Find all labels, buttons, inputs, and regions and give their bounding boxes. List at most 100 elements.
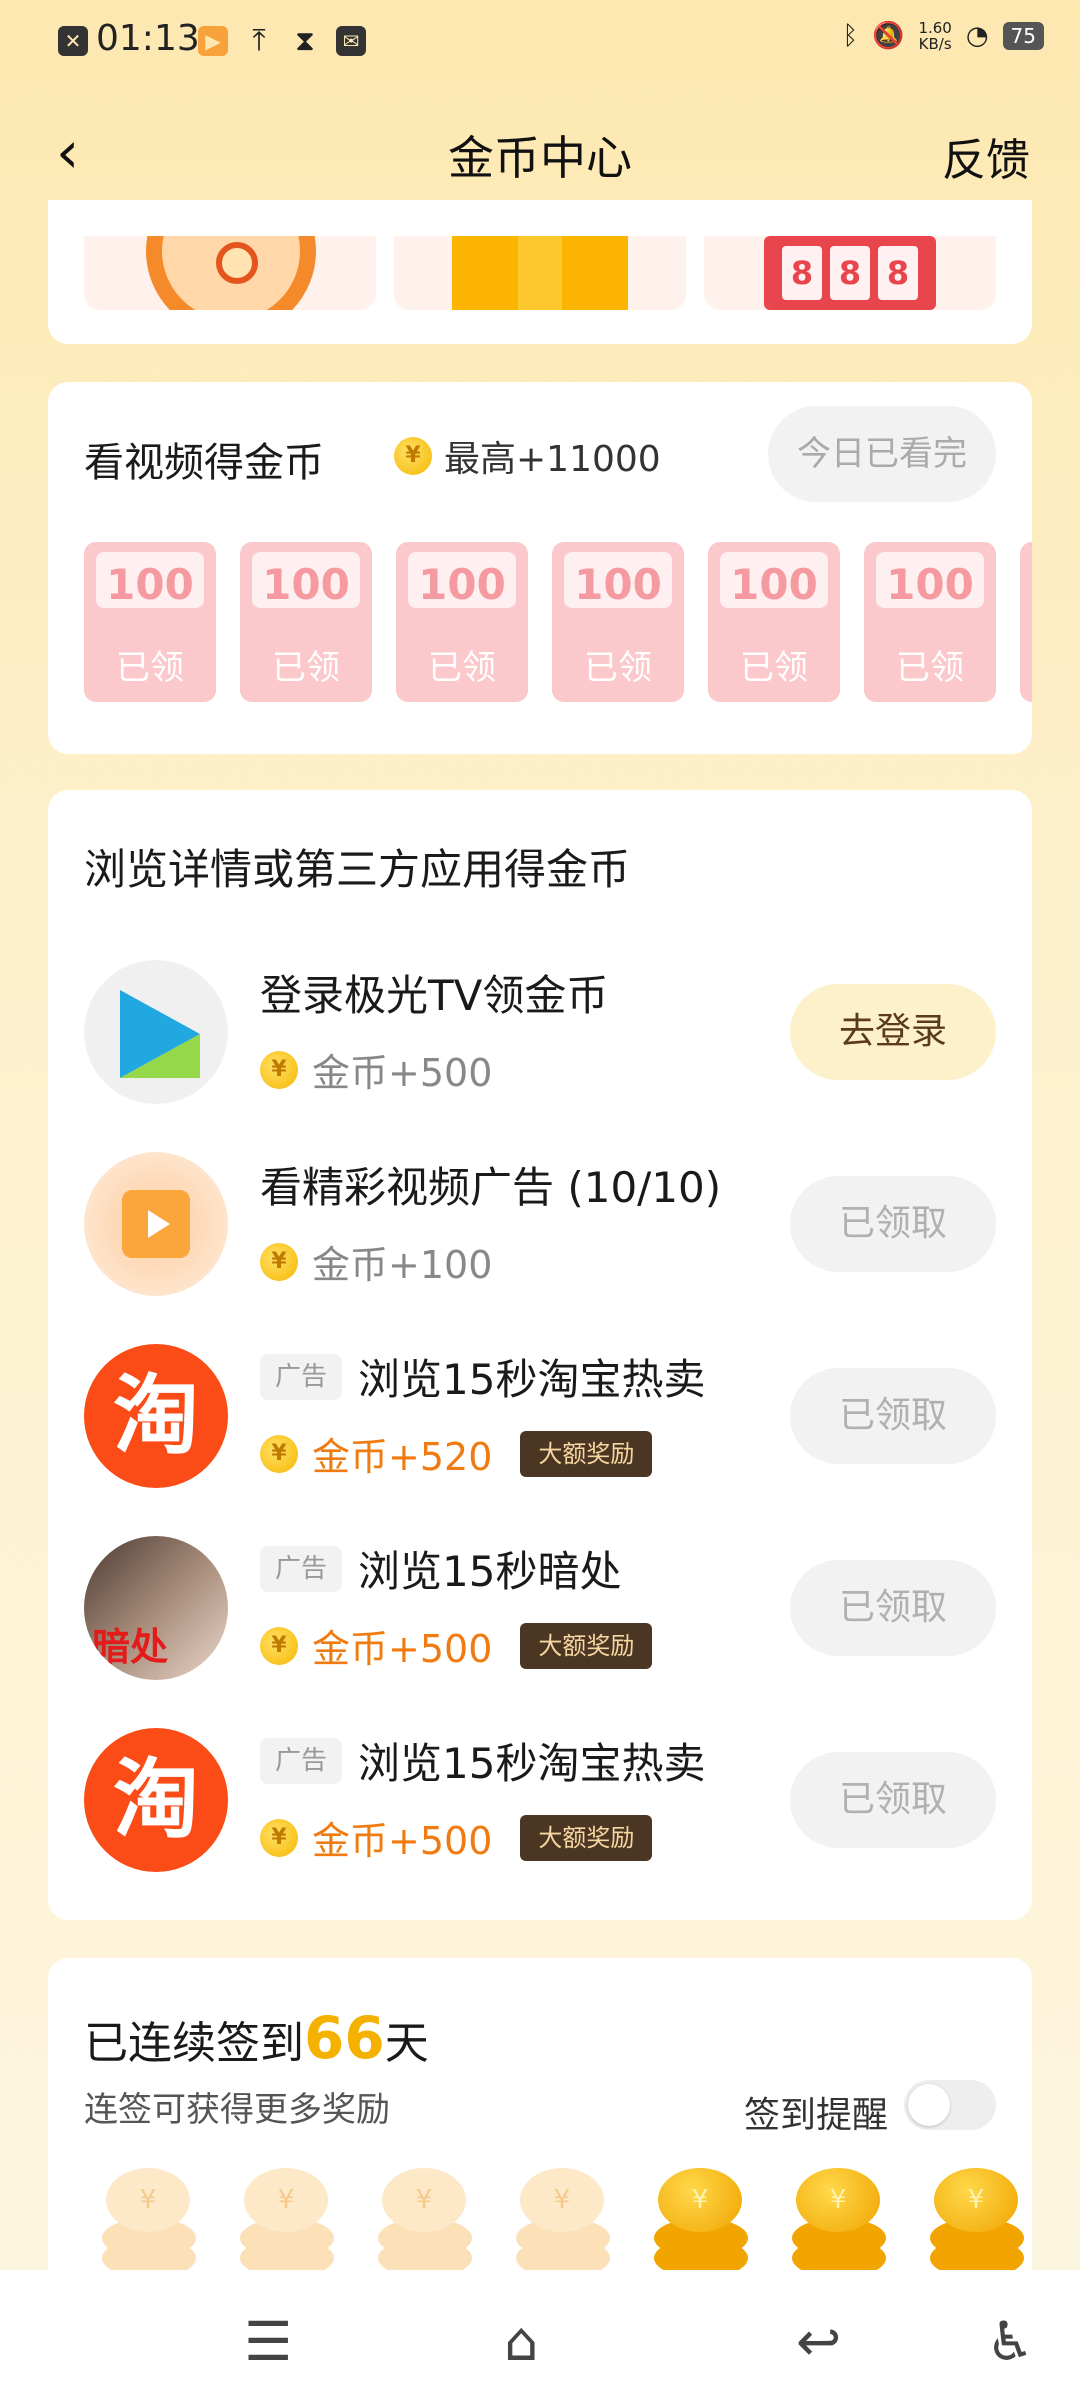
envelope-amount: 100	[574, 560, 662, 609]
taobao-icon: 淘	[84, 1728, 228, 1872]
reward-envelope[interactable]: 100 已领	[396, 542, 528, 702]
task-name-text: 浏览15秒淘宝热卖	[358, 1739, 706, 1788]
accessibility-icon[interactable]: ♿	[986, 2310, 1034, 2373]
task-name: 广告 浏览15秒暗处	[260, 1538, 621, 1599]
signin-remind-toggle[interactable]	[904, 2080, 996, 2130]
system-nav-bar: ☰ ⌂ ↩ ♿	[0, 2270, 1080, 2400]
message-icon: ✉	[336, 26, 366, 56]
envelope-amount: 100	[418, 560, 506, 609]
coin-icon: ¥	[260, 1242, 298, 1281]
envelope-amount: 100	[262, 560, 350, 609]
coin-stack-icon: ¥	[96, 2168, 202, 2278]
coin-stack-icon: ¥	[924, 2168, 1030, 2278]
task-item: 淘 广告 浏览15秒淘宝热卖 ¥ 金币+500 大额奖励 已领取	[48, 1718, 1032, 1878]
watch-video-card: 看视频得金币 ¥ 最高+11000 今日已看完 100 已领 100 已领 100 已…	[48, 382, 1032, 754]
reward-envelope[interactable]: 100 已领	[84, 542, 216, 702]
status-time: 01:13	[96, 18, 200, 59]
mute-icon: 🔕	[872, 21, 905, 51]
task-reward: ¥ 金币+100	[260, 1234, 492, 1289]
task-name-text: 登录极光TV领金币	[260, 971, 609, 1020]
signin-remind-label: 签到提醒	[743, 2095, 888, 2136]
task-name-text: 浏览15秒暗处	[358, 1547, 622, 1596]
claimed-button[interactable]: 已领取	[790, 1752, 996, 1848]
envelope-status: 已领	[896, 648, 964, 688]
reward-envelope[interactable]: 100 已领	[864, 542, 996, 702]
app-notification-icon: ▶	[198, 26, 228, 56]
home-icon[interactable]: ⌂	[504, 2310, 538, 2373]
status-bar: ✕ 01:13 ▶ ⤒ ⧗ ✉ ᛒ 🔕 1.60 KB/s ◔ 75	[0, 0, 1080, 84]
claimed-button[interactable]: 已领取	[790, 1368, 996, 1464]
task-name-text: 浏览15秒淘宝热卖	[358, 1355, 706, 1404]
big-reward-badge: 大额奖励	[520, 1814, 653, 1861]
watched-today-button[interactable]: 今日已看完	[768, 406, 996, 502]
net-speed-unit: KB/s	[918, 35, 952, 53]
drama-poster-icon: 暗处	[84, 1536, 228, 1680]
task-reward: ¥ 金币+500 大额奖励	[260, 1810, 653, 1865]
task-name: 看精彩视频广告 (10/10)	[260, 1154, 721, 1215]
slot-digit: 8	[878, 246, 918, 300]
notification-close-icon: ✕	[58, 26, 88, 56]
envelope-status: 已领	[740, 648, 808, 688]
coin-stack-icon: ¥	[234, 2168, 340, 2278]
envelope-amount: 100	[886, 560, 974, 609]
task-reward: ¥ 金币+520 大额奖励	[260, 1426, 653, 1481]
signin-title-suffix: 天	[384, 2018, 429, 2069]
net-speed: 1.60 KB/s	[918, 20, 951, 52]
lucky-wheel-tile[interactable]	[84, 236, 376, 310]
signin-title: 已连续签到66天	[84, 2004, 429, 2072]
task-item: 淘 广告 浏览15秒淘宝热卖 ¥ 金币+520 大额奖励 已领取	[48, 1334, 1032, 1494]
reward-envelope-partial[interactable]	[1020, 542, 1032, 702]
back-nav-icon[interactable]: ↩	[796, 2310, 841, 2373]
task-reward: ¥ 金币+500 大额奖励	[260, 1618, 653, 1673]
envelope-status: 已领	[584, 648, 652, 688]
browse-tasks-card: 浏览详情或第三方应用得金币 登录极光TV领金币 ¥ 金币+500 去登录 看精彩视…	[48, 790, 1032, 1920]
page-title: 金币中心	[448, 131, 632, 185]
task-name: 登录极光TV领金币	[260, 962, 608, 1023]
coin-stack-icon: ¥	[510, 2168, 616, 2278]
menu-icon[interactable]: ☰	[244, 2310, 292, 2373]
bluetooth-icon: ᛒ	[842, 21, 859, 51]
task-item: 看精彩视频广告 (10/10) ¥ 金币+100 已领取	[48, 1142, 1032, 1302]
reward-envelope[interactable]: 100 已领	[708, 542, 840, 702]
coin-icon: ¥	[260, 1818, 298, 1857]
slot-digit: 8	[830, 246, 870, 300]
ad-tag: 广告	[260, 1737, 342, 1784]
coin-icon: ¥	[260, 1050, 298, 1089]
task-reward-text: 金币+100	[312, 1243, 493, 1287]
reward-envelope[interactable]: 100 已领	[240, 542, 372, 702]
battery-icon: 75	[1002, 22, 1044, 50]
slot-machine-tile[interactable]: 8 8 8	[704, 236, 996, 310]
hourglass-icon: ⧗	[295, 24, 315, 57]
task-reward-text: 金币+520	[312, 1435, 493, 1479]
coin-icon: ¥	[260, 1626, 298, 1665]
big-reward-badge: 大额奖励	[520, 1622, 653, 1669]
envelope-amount: 100	[106, 560, 194, 609]
coin-icon: ¥	[260, 1434, 298, 1473]
video-ad-icon	[84, 1152, 228, 1296]
ad-tag: 广告	[260, 1353, 342, 1400]
signin-title-prefix: 已连续签到	[84, 2018, 304, 2069]
slot-machine-icon: 8 8 8	[764, 236, 936, 310]
task-reward-text: 金币+500	[312, 1051, 493, 1095]
app-header: ‹ 金币中心 反馈	[0, 100, 1080, 200]
reward-envelope[interactable]: 100 已领	[552, 542, 684, 702]
gift-box-icon	[452, 236, 628, 310]
claimed-button[interactable]: 已领取	[790, 1560, 996, 1656]
login-button[interactable]: 去登录	[790, 984, 996, 1080]
envelope-status: 已领	[428, 648, 496, 688]
wifi-icon: ◔	[965, 21, 989, 51]
task-name: 广告 浏览15秒淘宝热卖	[260, 1346, 705, 1407]
claimed-button[interactable]: 已领取	[790, 1176, 996, 1272]
coin-stack-icon: ¥	[786, 2168, 892, 2278]
watch-video-title: 看视频得金币	[84, 440, 324, 486]
max-reward-text: 最高+11000	[444, 439, 661, 480]
task-reward-text: 金币+500	[312, 1819, 493, 1863]
feedback-button[interactable]: 反馈	[942, 124, 1030, 188]
upload-icon: ⤒	[252, 23, 266, 58]
taobao-icon: 淘	[84, 1344, 228, 1488]
envelope-status: 已领	[272, 648, 340, 688]
gift-box-tile[interactable]	[394, 236, 686, 310]
slot-digit: 8	[782, 246, 822, 300]
signin-subtitle: 连签可获得更多奖励	[84, 2090, 390, 2130]
jiguang-tv-icon	[84, 960, 228, 1104]
